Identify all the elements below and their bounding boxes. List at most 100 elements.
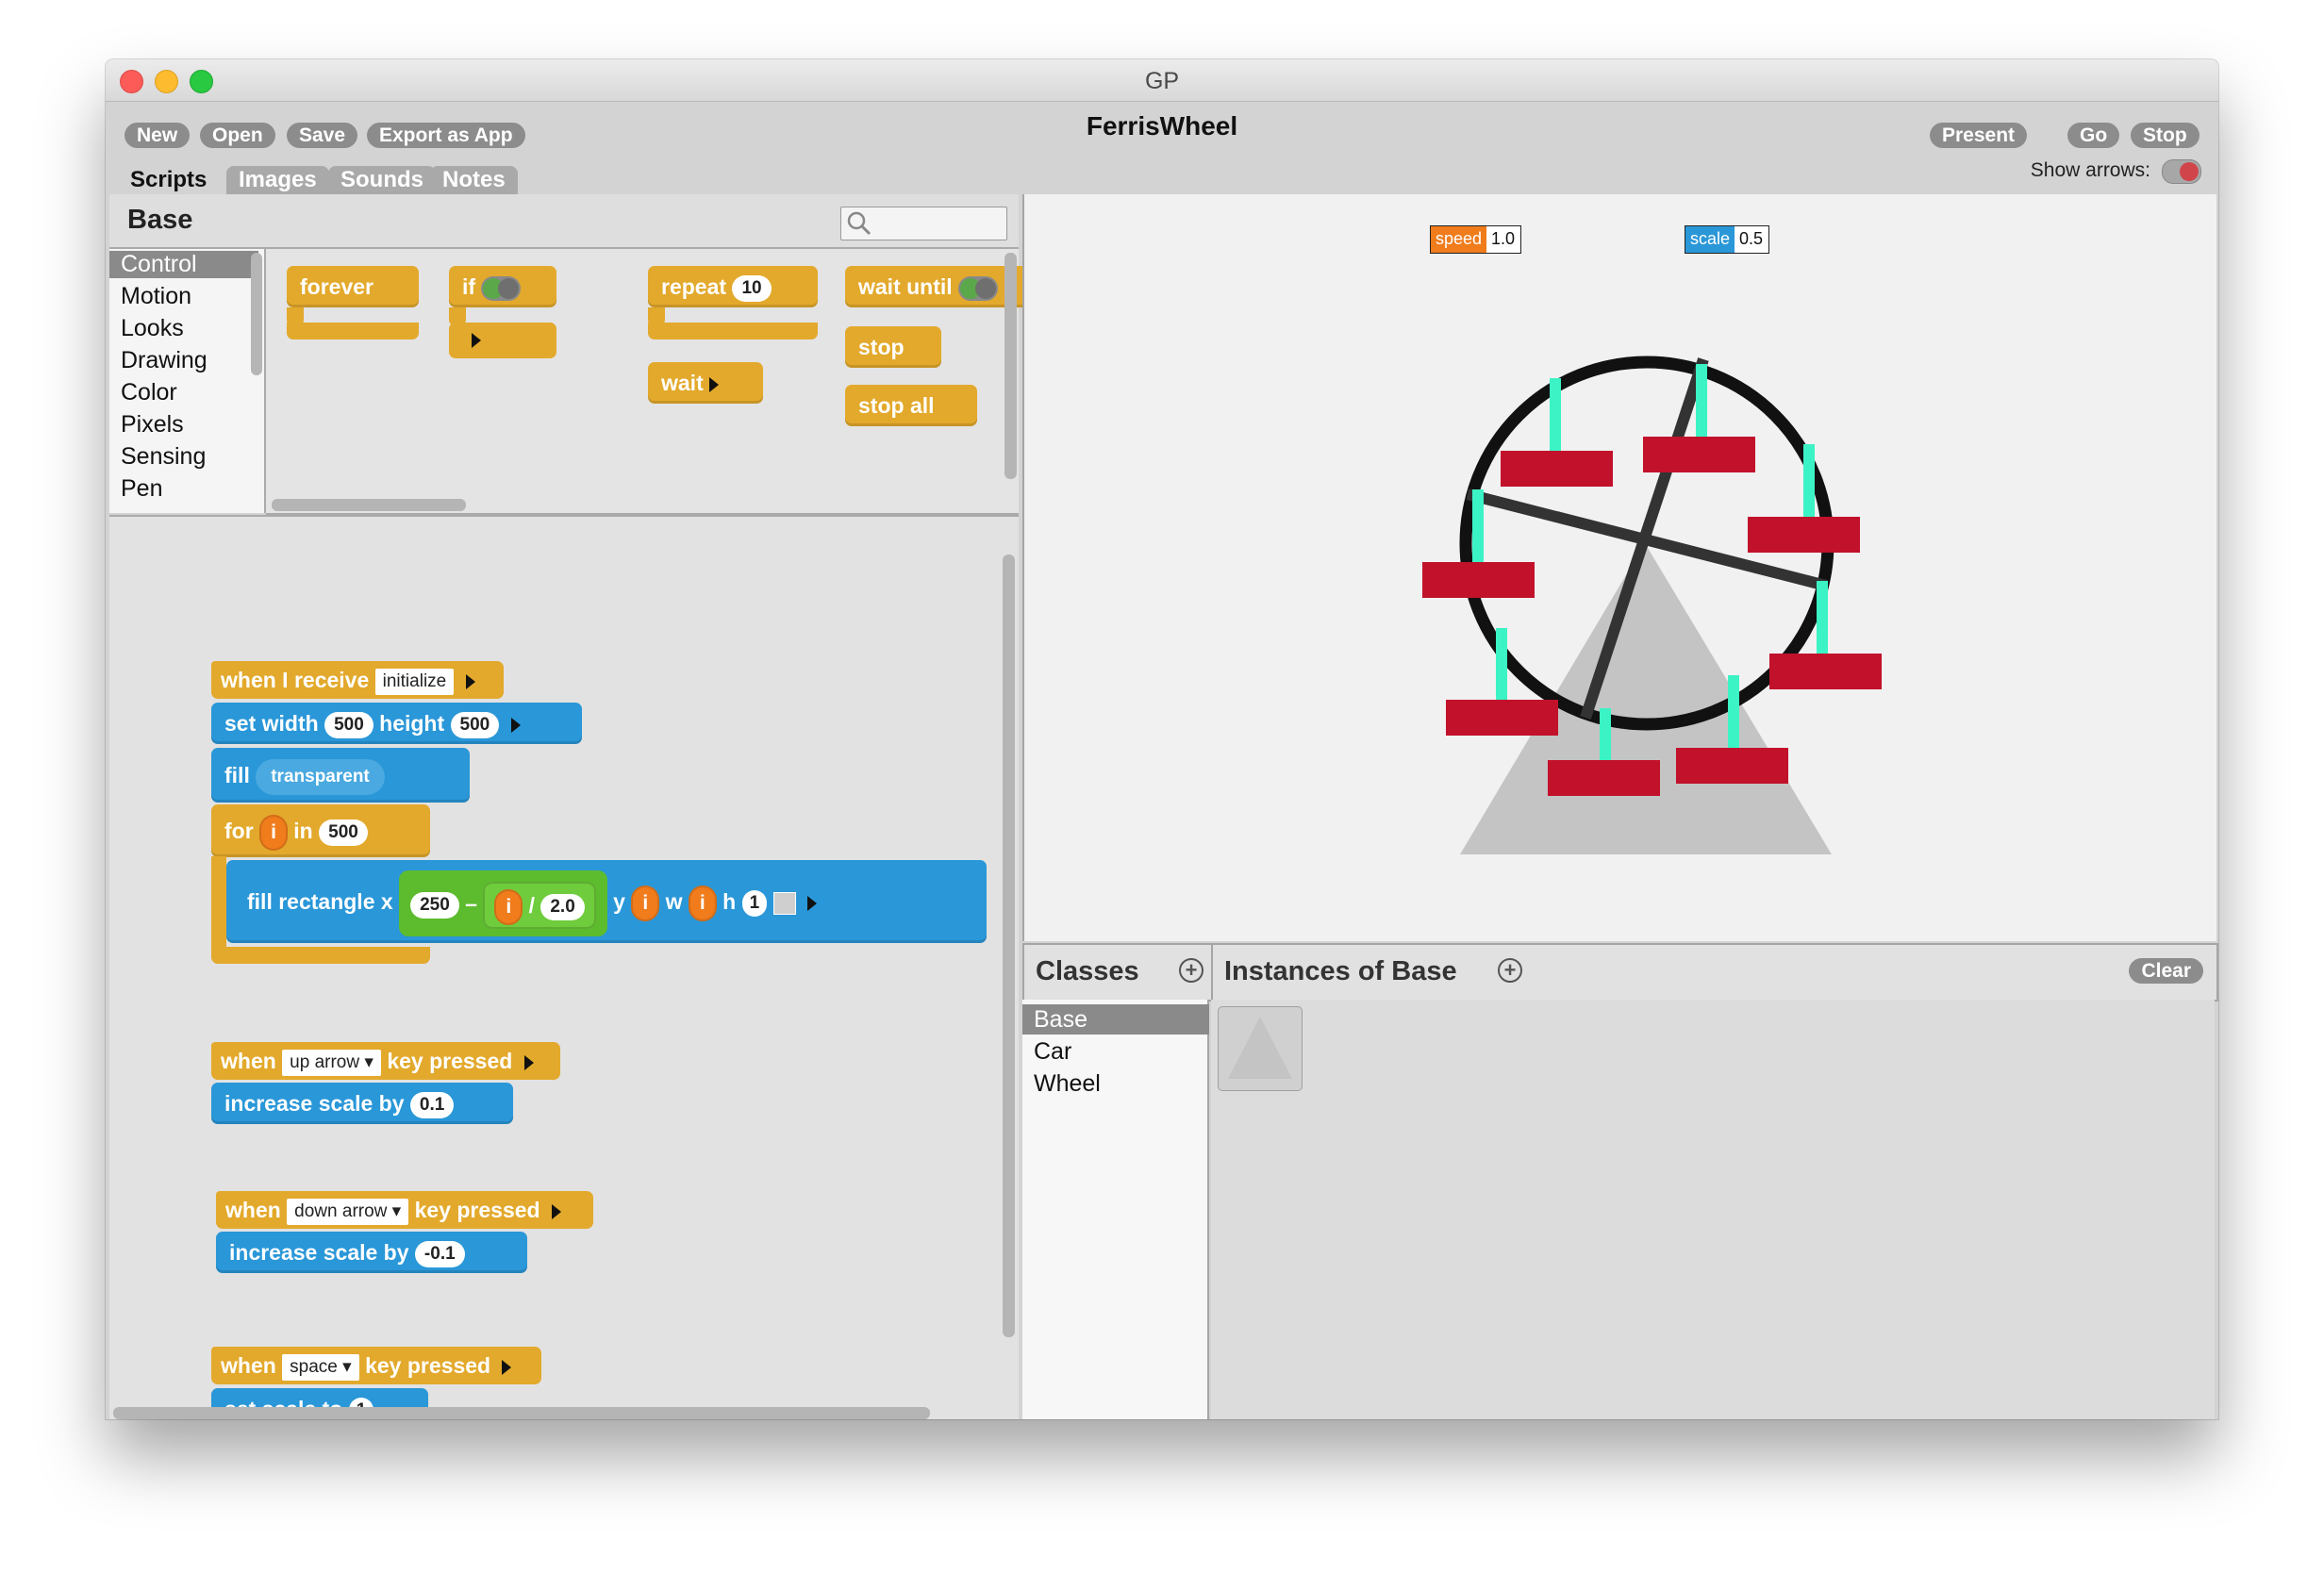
when-key-pressed-hat-block[interactable]: when up arrow ▾ key pressed: [211, 1014, 560, 1080]
set-width-height-block[interactable]: set width 500 height 500: [211, 703, 582, 744]
key-menu[interactable]: down arrow ▾: [287, 1198, 409, 1225]
palette-search-input[interactable]: [840, 207, 1007, 240]
category-list: Control Motion Looks Drawing Color Pixel…: [109, 249, 266, 513]
category-drawing[interactable]: Drawing: [121, 347, 208, 374]
fill-label: fill: [224, 763, 250, 787]
increase-scale-block[interactable]: increase scale by -0.1: [216, 1232, 527, 1273]
category-pen[interactable]: Pen: [121, 475, 162, 503]
palette-vertical-scrollbar[interactable]: [1004, 253, 1017, 479]
when-key-pressed-hat-block[interactable]: when space ▾ key pressed: [211, 1318, 541, 1384]
h-label: h: [722, 889, 737, 914]
in-value-slot[interactable]: 500: [319, 819, 368, 846]
tab-scripts[interactable]: Scripts: [118, 166, 220, 194]
classes-header: Classes +: [1022, 943, 1213, 1002]
category-sensing[interactable]: Sensing: [121, 443, 206, 471]
palette-horizontal-scrollbar[interactable]: [272, 499, 466, 511]
in-label: in: [293, 819, 313, 843]
key-pressed-label: key pressed: [414, 1198, 540, 1222]
scripts-horizontal-scrollbar[interactable]: [113, 1407, 930, 1419]
subtract-reporter[interactable]: 250 – i / 2.0: [399, 869, 607, 936]
tab-sounds[interactable]: Sounds: [328, 166, 436, 194]
when-label: when: [225, 1198, 281, 1222]
width-slot[interactable]: 500: [324, 711, 374, 738]
repeat-count-slot[interactable]: 10: [732, 274, 772, 302]
boolean-slot[interactable]: [958, 275, 999, 301]
instances-header: Instances of Base + Clear: [1211, 943, 2218, 1002]
scale-amount-slot[interactable]: 0.1: [409, 1091, 455, 1118]
add-instance-icon[interactable]: +: [1498, 958, 1522, 983]
when-i-receive-label: when I receive: [221, 668, 370, 692]
stop-button[interactable]: Stop: [2131, 123, 2200, 148]
for-loop-block[interactable]: for i in 500: [211, 804, 430, 857]
expand-arrow-icon: [551, 1203, 561, 1219]
height-slot[interactable]: 500: [450, 711, 500, 738]
when-label: when: [221, 1049, 276, 1073]
variable-i[interactable]: i: [688, 885, 717, 921]
category-pixels[interactable]: Pixels: [121, 411, 184, 439]
variable-i[interactable]: i: [494, 888, 523, 925]
ferris-wheel-drawing: [1422, 356, 1882, 854]
increase-scale-label: increase scale by: [224, 1091, 405, 1116]
category-motion[interactable]: Motion: [121, 283, 191, 310]
number-slot-2[interactable]: 2.0: [540, 893, 585, 920]
go-button[interactable]: Go: [2067, 123, 2120, 148]
key-menu-value: down arrow: [294, 1200, 388, 1221]
project-title: FerrisWheel: [1086, 111, 1238, 141]
when-i-receive-hat-block[interactable]: when I receive initialize: [211, 633, 504, 699]
stop-all-block[interactable]: stop all: [845, 385, 977, 426]
color-slot[interactable]: transparent: [256, 758, 385, 795]
wait-block[interactable]: wait: [648, 362, 763, 404]
loop-variable[interactable]: i: [259, 814, 288, 851]
instances-title: Instances of Base: [1224, 956, 1457, 986]
fill-block[interactable]: fill transparent: [211, 748, 470, 803]
wait-expand-arrow-icon: [708, 376, 719, 392]
message-menu[interactable]: initialize: [374, 668, 455, 695]
tab-notes[interactable]: Notes: [430, 166, 518, 194]
increase-scale-block[interactable]: increase scale by 0.1: [211, 1083, 513, 1124]
class-item-car[interactable]: Car: [1022, 1036, 1209, 1067]
stop-block[interactable]: stop: [845, 326, 941, 368]
scripts-vertical-scrollbar[interactable]: [1003, 555, 1015, 1337]
category-scrollbar[interactable]: [251, 253, 262, 375]
wait-until-label: wait until: [858, 274, 953, 299]
w-label: w: [665, 889, 683, 914]
present-button[interactable]: Present: [1930, 123, 2028, 148]
h-slot[interactable]: 1: [741, 889, 768, 917]
expand-arrow-icon: [806, 895, 817, 911]
instance-thumbnail[interactable]: [1218, 1006, 1303, 1091]
scale-amount-slot[interactable]: -0.1: [414, 1240, 465, 1267]
if-block[interactable]: if: [449, 266, 556, 307]
key-pressed-label: key pressed: [365, 1353, 491, 1378]
key-menu[interactable]: up arrow ▾: [282, 1049, 381, 1076]
if-label: if: [462, 274, 476, 299]
class-item-wheel[interactable]: Wheel: [1022, 1068, 1209, 1099]
height-label: height: [379, 711, 445, 736]
boolean-slot[interactable]: [481, 275, 522, 301]
forever-block-bottom: [287, 323, 419, 339]
add-class-icon[interactable]: +: [1179, 958, 1204, 983]
divide-reporter[interactable]: i / 2.0: [483, 881, 596, 929]
when-label: when: [221, 1353, 276, 1378]
palette-header: Base: [109, 194, 1019, 249]
if-block-expand[interactable]: [449, 323, 556, 358]
variable-i[interactable]: i: [631, 885, 660, 921]
when-key-pressed-hat-block[interactable]: when down arrow ▾ key pressed: [216, 1163, 593, 1229]
palette-class-name: Base: [127, 205, 193, 235]
clear-button[interactable]: Clear: [2129, 958, 2203, 984]
key-menu[interactable]: space ▾: [282, 1353, 359, 1381]
fill-rectangle-block[interactable]: fill rectangle x 250 – i / 2.0 y i w i h…: [226, 860, 987, 943]
number-slot-250[interactable]: 250: [410, 891, 459, 919]
window-title: GP: [1144, 68, 1180, 94]
class-item-base[interactable]: Base: [1022, 1004, 1209, 1035]
category-control[interactable]: Control: [109, 251, 258, 278]
stage[interactable]: speed 1.0 scale 0.5: [1022, 194, 2216, 941]
tab-images[interactable]: Images: [226, 166, 329, 194]
category-looks[interactable]: Looks: [121, 315, 184, 342]
key-pressed-label: key pressed: [387, 1049, 513, 1073]
y-label: y: [613, 889, 625, 914]
repeat-block[interactable]: repeat 10: [648, 266, 818, 307]
color-swatch[interactable]: [772, 891, 796, 915]
forever-block[interactable]: forever: [287, 266, 419, 307]
show-arrows-toggle[interactable]: [2162, 159, 2201, 184]
category-color[interactable]: Color: [121, 379, 177, 406]
